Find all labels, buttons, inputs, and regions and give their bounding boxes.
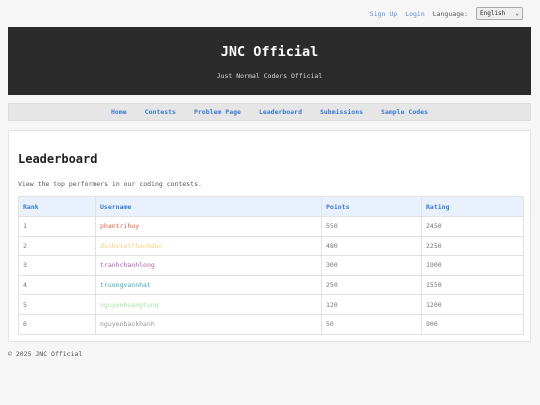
chevron-down-icon: ⌄: [515, 10, 519, 17]
sign-up-link[interactable]: Sign Up: [370, 10, 397, 18]
nav-item-contests[interactable]: Contests: [145, 108, 176, 116]
table-row: 2 dinhvietthanhduc 480 2250: [18, 235, 524, 257]
rating-cell: 2450: [421, 216, 524, 237]
nav-item-home[interactable]: Home: [111, 108, 127, 116]
table-row: 6 nguyenbaokhanh 50 900: [18, 313, 524, 335]
table-row: 3 tranhchanhlong 300 1900: [18, 255, 524, 276]
points-cell: 550: [321, 216, 422, 237]
table-row: 5 nguyenhoangtung 120 1200: [18, 294, 524, 315]
rating-cell: 2250: [421, 235, 524, 257]
rank-cell: 6: [18, 313, 96, 335]
table-header-row: Rank Username Points Rating: [18, 196, 524, 217]
leaderboard-table: Rank Username Points Rating 1 phantrihuy…: [18, 196, 524, 335]
column-header-rank[interactable]: Rank: [18, 196, 96, 217]
leaderboard-card: Leaderboard View the top performers in o…: [8, 130, 531, 342]
nav-item-sample-codes[interactable]: Sample Codes: [381, 108, 428, 116]
points-cell: 50: [321, 313, 422, 335]
rating-cell: 1550: [421, 274, 524, 296]
page-title: Leaderboard: [18, 152, 98, 166]
footer-copyright: © 2025 JNC Official: [8, 350, 83, 358]
username-cell[interactable]: nguyenhoangtung: [95, 294, 322, 315]
points-cell: 250: [321, 274, 422, 296]
username-cell[interactable]: phantrihuy: [95, 216, 322, 237]
language-select[interactable]: English ⌄: [476, 7, 523, 20]
points-cell: 120: [321, 294, 422, 315]
language-label: Language:: [432, 9, 468, 18]
site-title: JNC Official: [220, 44, 319, 60]
username-cell[interactable]: tranhchanhlong: [95, 255, 322, 276]
nav-item-submissions[interactable]: Submissions: [320, 108, 363, 116]
rating-cell: 1900: [421, 255, 524, 276]
page-description: View the top performers in our coding co…: [18, 180, 202, 188]
nav-item-leaderboard[interactable]: Leaderboard: [259, 108, 302, 116]
rank-cell: 4: [18, 274, 96, 296]
rank-cell: 3: [18, 255, 96, 276]
column-header-rating[interactable]: Rating: [421, 196, 524, 217]
username-cell[interactable]: nguyenbaokhanh: [95, 313, 322, 335]
main-nav: Home Contests Problem Page Leaderboard S…: [8, 103, 531, 121]
column-header-points[interactable]: Points: [321, 196, 422, 217]
table-row: 1 phantrihuy 550 2450: [18, 216, 524, 237]
rank-cell: 2: [18, 235, 96, 257]
site-subtitle: Just Normal Coders Official: [216, 72, 323, 80]
nav-item-problem-page[interactable]: Problem Page: [194, 108, 241, 116]
username-cell[interactable]: dinhvietthanhduc: [95, 235, 322, 257]
rank-cell: 5: [18, 294, 96, 315]
rating-cell: 1200: [421, 294, 524, 315]
top-utility-bar: Sign Up Login Language: English ⌄: [370, 7, 523, 20]
site-header: JNC Official Just Normal Coders Official: [8, 27, 531, 95]
language-selected-value: English: [480, 10, 506, 17]
points-cell: 480: [321, 235, 422, 257]
rank-cell: 1: [18, 216, 96, 237]
table-row: 4 truongvannhat 250 1550: [18, 274, 524, 296]
points-cell: 300: [321, 255, 422, 276]
rating-cell: 900: [421, 313, 524, 335]
login-link[interactable]: Login: [405, 10, 425, 18]
column-header-username[interactable]: Username: [95, 196, 322, 217]
username-cell[interactable]: truongvannhat: [95, 274, 322, 296]
